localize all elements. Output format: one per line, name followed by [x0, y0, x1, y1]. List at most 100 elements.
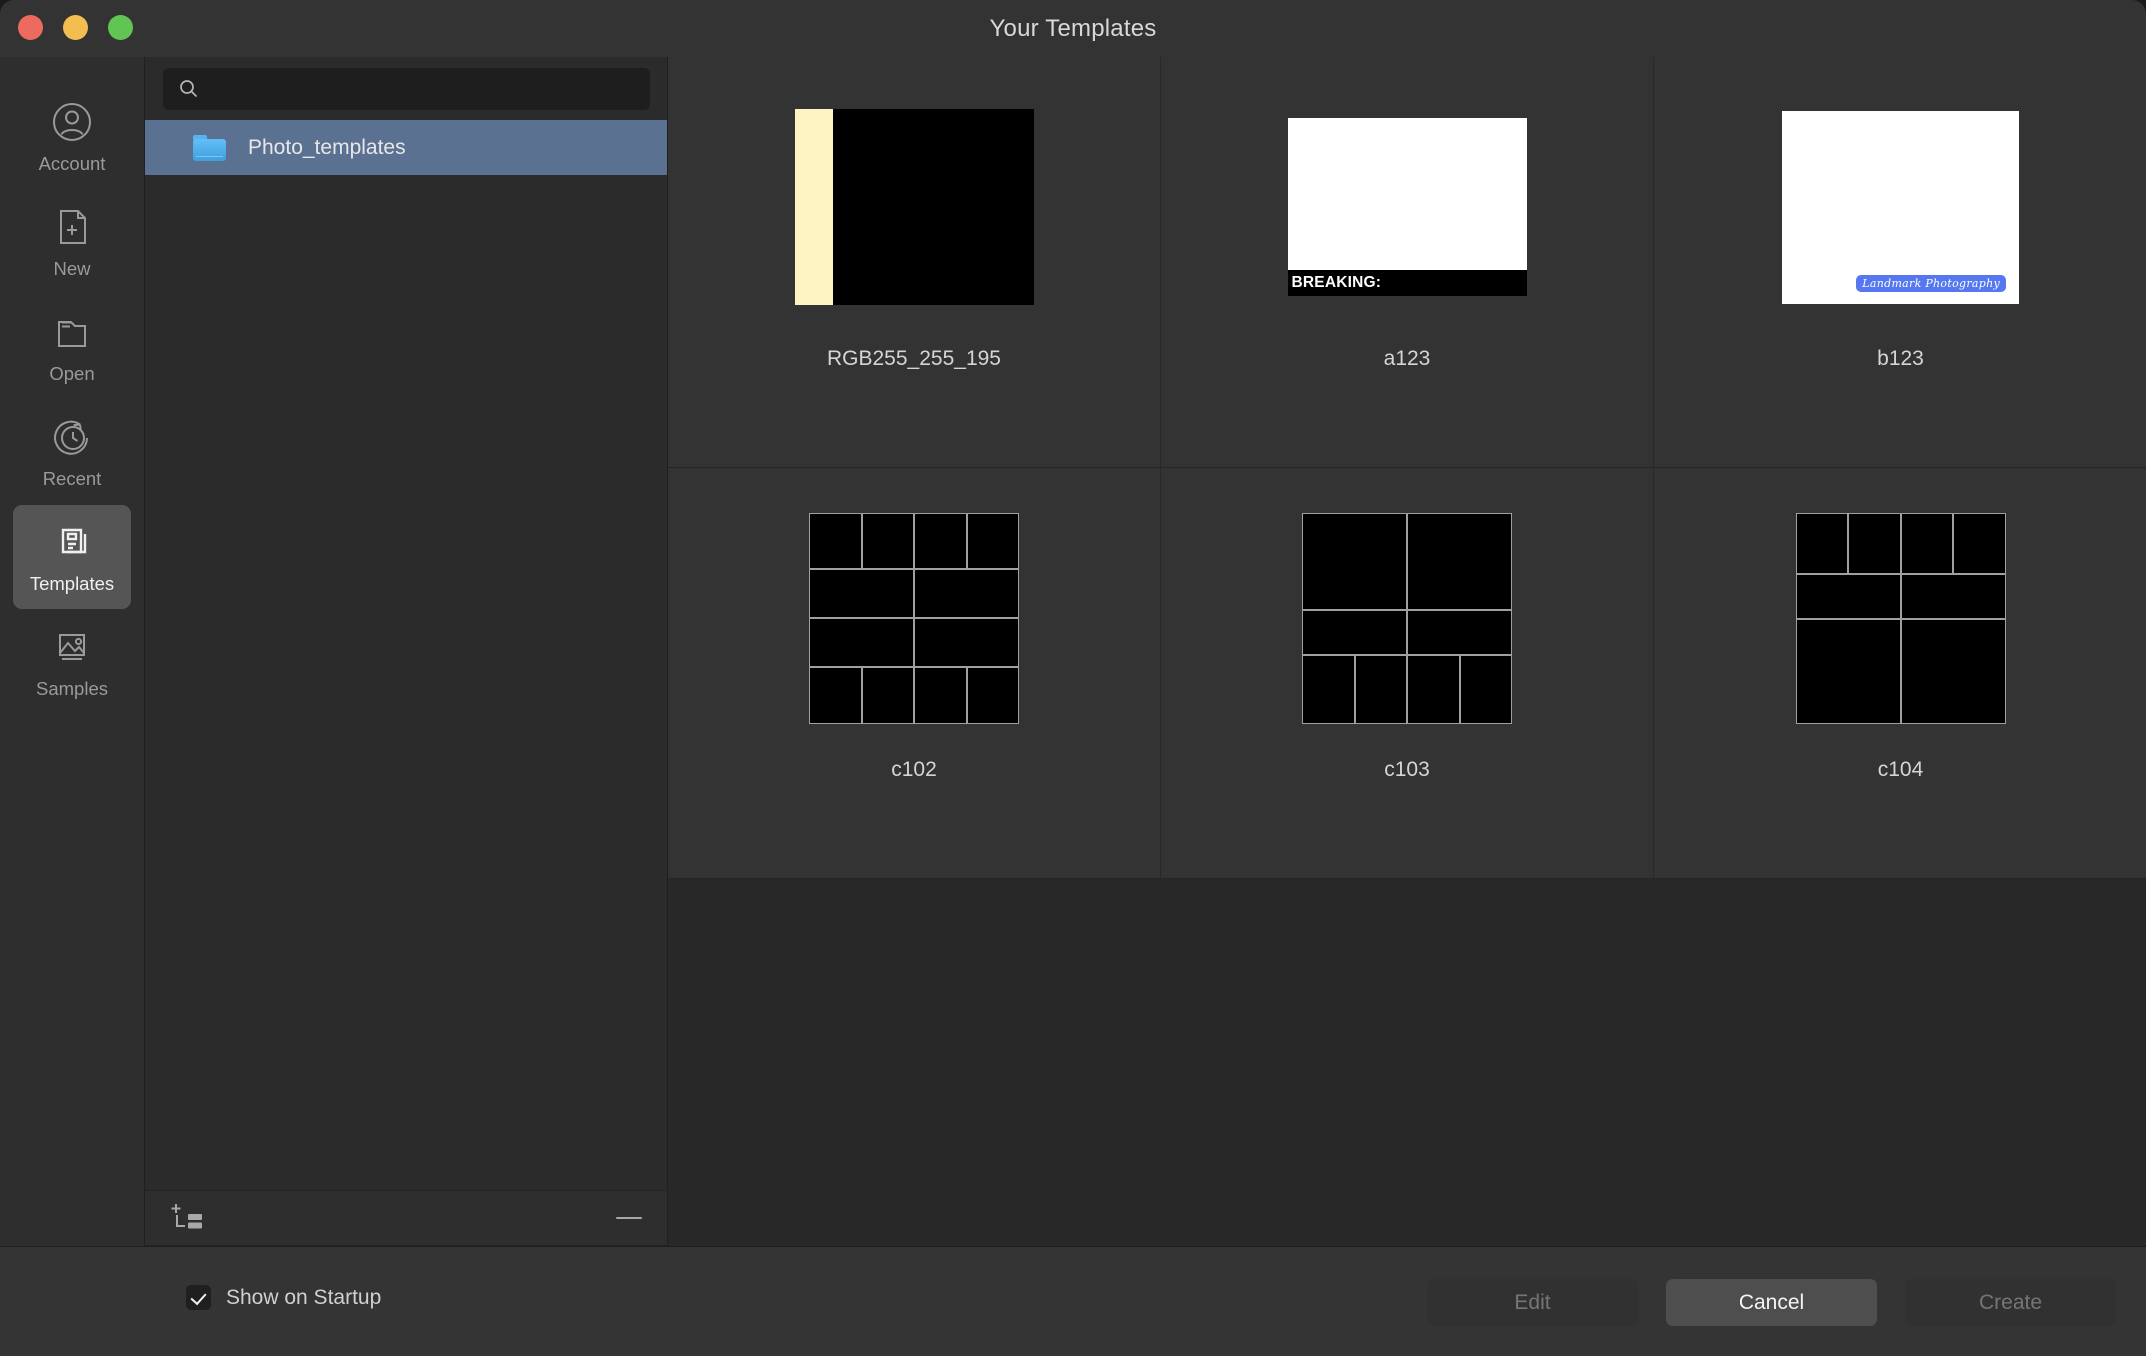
thumbnail-area [668, 57, 1160, 357]
nav-rail: Account New Open Recent Templates Sample… [0, 57, 144, 1356]
thumbnail-news: BREAKING: [1287, 118, 1527, 296]
search-input[interactable] [209, 67, 639, 110]
collage-cell [1901, 513, 1952, 573]
thumbnail-swatch [794, 109, 1034, 305]
sidebar-item-new[interactable]: New [13, 190, 131, 294]
sidebar-toolbar [145, 1190, 668, 1246]
collage-cell [915, 668, 966, 723]
new-file-icon [49, 204, 95, 250]
show-on-startup-control[interactable]: Show on Startup [186, 1285, 381, 1310]
sidebar-item-account[interactable]: Account [13, 85, 131, 189]
collage-cell [1796, 513, 1847, 573]
template-card-c102[interactable]: c102 [668, 468, 1161, 879]
sidebar-item-label: Samples [36, 678, 108, 699]
collage-cell [1303, 656, 1354, 723]
sidebar-item-samples[interactable]: Samples [13, 610, 131, 714]
collage-cell [1901, 620, 2005, 723]
window-title: Your Templates [989, 15, 1157, 42]
watermark-badge: Landmark Photography [1856, 274, 2006, 292]
sidebar-item-templates[interactable]: Templates [13, 505, 131, 609]
minus-icon[interactable] [616, 1217, 642, 1219]
template-label: RGB255_255_195 [827, 347, 1001, 370]
template-label: b123 [1877, 347, 1924, 370]
template-grid: RGB255_255_195 BREAKING: a123 Landmark P… [668, 57, 2146, 879]
footer-bar: Show on Startup Edit Cancel Create [0, 1246, 2146, 1356]
collage-cell [810, 668, 861, 723]
open-folder-icon [49, 309, 95, 355]
collage-row [810, 668, 1018, 723]
folder-sidebar: Photo_templates [144, 57, 668, 1356]
collage-row [810, 569, 1018, 617]
sidebar-item-recent[interactable]: Recent [13, 400, 131, 504]
template-card-rgb255-255-195[interactable]: RGB255_255_195 [668, 57, 1161, 468]
collage-cell [1901, 574, 2005, 618]
add-folder-icon[interactable] [169, 1199, 209, 1239]
template-card-c104[interactable]: c104 [1654, 468, 2146, 879]
sidebar-folder-photo-templates[interactable]: Photo_templates [145, 120, 668, 175]
sidebar-item-open[interactable]: Open [13, 295, 131, 399]
thumbnail-watermark: Landmark Photography [1782, 110, 2019, 304]
sidebar-item-label: New [53, 258, 91, 279]
collage-cell [915, 619, 1018, 667]
template-browser: RGB255_255_195 BREAKING: a123 Landmark P… [667, 57, 2146, 1356]
collage-cell [967, 513, 1018, 568]
thumbnail-area [1654, 468, 2146, 768]
template-label: c102 [891, 758, 937, 781]
collage-cell [1355, 656, 1406, 723]
collage-cell [1408, 513, 1511, 610]
collage-cell [1460, 656, 1511, 723]
news-banner: BREAKING: [1287, 270, 1527, 296]
collage-cell [1796, 574, 1900, 618]
collage-cell [1796, 620, 1900, 723]
collage-cell [810, 619, 913, 667]
account-icon [49, 99, 95, 145]
folder-label: Photo_templates [248, 135, 406, 159]
news-banner-text: BREAKING: [1291, 274, 1382, 291]
sidebar-item-label: Templates [29, 573, 115, 594]
collage-row [1303, 611, 1511, 655]
collage-cell [810, 569, 913, 617]
collage-row [1303, 656, 1511, 723]
collage-cell [915, 513, 966, 568]
template-card-a123[interactable]: BREAKING: a123 [1161, 57, 1654, 468]
folder-icon [193, 134, 226, 161]
template-card-c103[interactable]: c103 [1161, 468, 1654, 879]
collage-cell [1954, 513, 2005, 573]
news-page [1287, 118, 1527, 270]
template-label: a123 [1383, 347, 1431, 370]
collage-cell [1303, 513, 1406, 610]
collage-row [810, 513, 1018, 568]
thumbnail-collage [809, 512, 1019, 724]
collage-row [1796, 513, 2005, 573]
collage-cell [1849, 513, 1900, 573]
swatch-body [832, 109, 1034, 305]
collage-cell [862, 668, 913, 723]
show-on-startup-checkbox[interactable] [186, 1285, 211, 1310]
sidebar-item-label: Open [49, 363, 95, 384]
collage-row [1303, 513, 1511, 610]
collage-row [1796, 620, 2005, 723]
template-label: c104 [1877, 758, 1924, 781]
collage-cell [1303, 611, 1406, 655]
collage-cell [915, 569, 1018, 617]
show-on-startup-label: Show on Startup [226, 1285, 382, 1309]
edit-button[interactable]: Edit [1427, 1279, 1638, 1326]
thumbnail-area [1161, 468, 1653, 768]
thumbnail-area: BREAKING: [1161, 57, 1653, 357]
templates-window: Your Templates Account New Open Recent T… [0, 0, 2146, 1356]
titlebar: Your Templates [0, 0, 2146, 57]
template-card-b123[interactable]: Landmark Photography b123 [1654, 57, 2146, 468]
create-button[interactable]: Create [1905, 1279, 2116, 1326]
template-label: c103 [1384, 758, 1430, 781]
footer-actions: Edit Cancel Create [1427, 1279, 2116, 1326]
recent-clock-icon [49, 414, 95, 460]
search-box[interactable] [163, 67, 650, 110]
collage-cell [810, 513, 861, 568]
search-bar [145, 57, 668, 120]
sidebar-item-label: Account [38, 153, 106, 174]
cancel-button[interactable]: Cancel [1666, 1279, 1877, 1326]
templates-icon [49, 519, 95, 565]
thumbnail-area [668, 468, 1160, 768]
thumbnail-collage [1302, 512, 1512, 724]
collage-row [1796, 574, 2005, 618]
